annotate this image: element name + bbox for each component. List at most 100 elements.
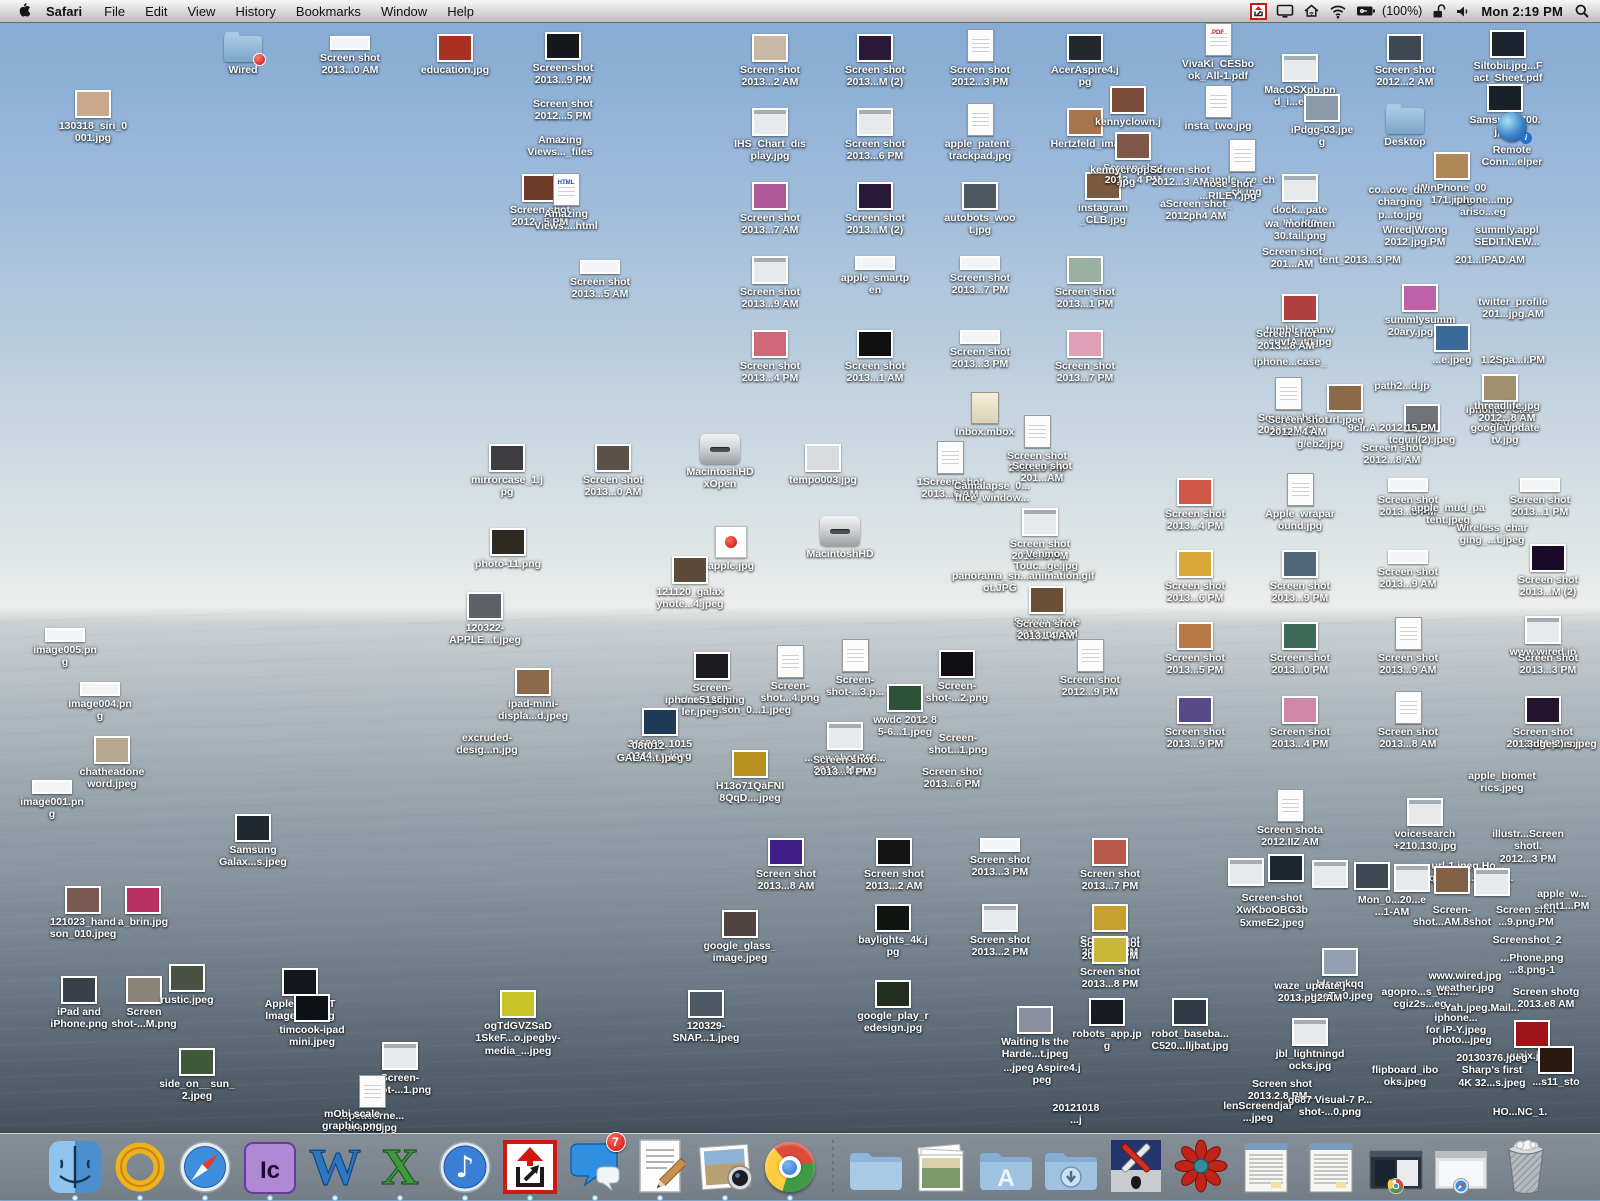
- minimized-document-1-dock-icon[interactable]: [1237, 1136, 1295, 1194]
- desktop-icon[interactable]: google_play_r edesign.jpg: [845, 978, 941, 1035]
- desktop-icon[interactable]: Camalapse_0... ffice_window...: [944, 478, 1040, 505]
- desktop-icon[interactable]: Screen shot 2013...1 PM: [1037, 254, 1133, 311]
- desktop-icon[interactable]: iphone...mp ariso...eg: [1435, 192, 1531, 219]
- textedit-dock-icon[interactable]: [631, 1136, 689, 1194]
- minimized-document-2-dock-icon[interactable]: [1302, 1136, 1360, 1194]
- lock-open-icon[interactable]: [1431, 3, 1446, 19]
- desktop-icon[interactable]: 121120_galax ynote...4.jpeg: [642, 554, 738, 611]
- desktop-icon[interactable]: voicesearch +210.130.jpg: [1377, 796, 1473, 853]
- desktop-icon[interactable]: Screen-shot 2013...9 PM: [515, 30, 611, 87]
- desktop-icon[interactable]: 08t012- GALA...t.jpeg: [602, 738, 698, 765]
- desktop-icon[interactable]: Screen-shot XwKboOBG3b 5xmeE2.jpeg: [1224, 890, 1320, 929]
- menu-window[interactable]: Window: [371, 4, 437, 19]
- desktop-icon[interactable]: Screen shot 2013...5 AM: [552, 258, 648, 301]
- desktop-icon[interactable]: image001.pn g: [4, 778, 100, 821]
- menu-edit[interactable]: Edit: [135, 4, 177, 19]
- desktop-icon[interactable]: Screen shot 2013...6 PM: [1147, 548, 1243, 605]
- utilities-tools-dock-icon[interactable]: [1107, 1136, 1165, 1194]
- desktop-icon[interactable]: Screen shot 2013...7 PM: [932, 254, 1028, 297]
- desktop-icon[interactable]: timcook-ipad mini.jpeg: [264, 992, 360, 1049]
- desktop-icon[interactable]: AcerAspire4.j pg: [1037, 32, 1133, 89]
- desktop-icon[interactable]: waze_update.j 2013.pg2.AM: [1262, 978, 1358, 1005]
- desktop-icon[interactable]: MacintoshHD xOpen: [672, 434, 768, 491]
- desktop-icon[interactable]: tempo003.jpg: [775, 442, 871, 486]
- safari-dock-icon[interactable]: [176, 1136, 234, 1194]
- desktop-icon[interactable]: Screen shota 2012.IIZ AM: [1242, 792, 1338, 849]
- desktop-icon[interactable]: Screen- shot...1.png: [910, 730, 1006, 757]
- desktop-icon[interactable]: wa_monumen 30.tail.png: [1252, 216, 1348, 243]
- desktop-icon[interactable]: Screen shot 2013...8 AM: [1360, 694, 1456, 751]
- desktop-icon[interactable]: Screen shot 2013...3 PM: [1500, 650, 1596, 677]
- desktop-icon[interactable]: photo-11.png: [460, 526, 556, 570]
- displays-menu-icon[interactable]: [1276, 3, 1294, 19]
- desktop-icon[interactable]: HTMLAmazing Views....html: [518, 176, 614, 233]
- desktop-icon[interactable]: robot_baseba... C520...lljbat.jpg: [1142, 996, 1238, 1053]
- desktop-icon[interactable]: Screen shot 2013...2 AM: [722, 32, 818, 89]
- desktop-icon[interactable]: Screen shot 2013...6 PM: [904, 764, 1000, 791]
- desktop-icon[interactable]: Screen shot 2013...9 AM: [1360, 548, 1456, 591]
- opera-dock-icon[interactable]: [111, 1136, 169, 1194]
- desktop-icon[interactable]: iphone...case_: [1242, 354, 1338, 368]
- documents-folder-dock-icon[interactable]: [847, 1136, 905, 1194]
- desktop-icon[interactable]: Screen shot 2013...9 AM: [722, 254, 818, 311]
- desktop-icon[interactable]: 1.2Spa...i.PM: [1465, 352, 1561, 366]
- desktop-icon[interactable]: ...son_0...1.jpeg: [704, 702, 800, 716]
- desktop-icon[interactable]: Screen shot 2012...3 PM: [932, 32, 1028, 89]
- menu-bookmarks[interactable]: Bookmarks: [286, 4, 371, 19]
- desktop-icon[interactable]: Screen shot 2013...0 AM: [302, 34, 398, 77]
- red-flower-app-dock-icon[interactable]: [1172, 1136, 1230, 1194]
- desktop-icon[interactable]: image004.pn g: [52, 680, 148, 723]
- desktop-icon[interactable]: Screen shot 2013...0 AM: [565, 442, 661, 499]
- chrome-dock-icon[interactable]: [761, 1136, 819, 1194]
- desktop-icon[interactable]: apple_patent_ trackpad.jpg: [932, 106, 1028, 163]
- desktop-icon[interactable]: 9clr.A.2012.15 PM: [1344, 420, 1440, 434]
- desktop-icon[interactable]: excruded- desig...n.jpg: [439, 730, 535, 757]
- desktop-icon[interactable]: Screen shot 2013...4 PM: [1252, 694, 1348, 751]
- minimized-chrome-window-dock-icon[interactable]: [1367, 1136, 1425, 1194]
- desktop-icon[interactable]: Screen shot 2013...M (2): [827, 180, 923, 237]
- desktop-icon[interactable]: ipad-mini- displa...d.jpeg: [485, 666, 581, 723]
- desktop-icon[interactable]: a_brin.jpg: [95, 884, 191, 928]
- desktop-icon[interactable]: Screen shot 2013...8 PM: [1062, 934, 1158, 991]
- trash-full-dock-icon[interactable]: [1497, 1136, 1555, 1194]
- desktop-icon[interactable]: iPdgg-03.jpe g: [1274, 92, 1370, 149]
- desktop-icon[interactable]: Screen shot 2013...4 PM: [1147, 476, 1243, 533]
- desktop-icon[interactable]: education.jpg: [407, 32, 503, 76]
- desktop-icon[interactable]: Screen shot 2013...1 PM: [1492, 476, 1588, 519]
- desktop-icon[interactable]: apple_smartp en: [827, 254, 923, 297]
- desktop-icon[interactable]: robots_app.jp g: [1059, 996, 1155, 1053]
- desktop-icon[interactable]: Screen shot 2013...M (2): [827, 32, 923, 89]
- menu-help[interactable]: Help: [437, 4, 484, 19]
- word-dock-icon[interactable]: W: [306, 1136, 364, 1194]
- desktop-icon[interactable]: autobots_woo t.jpg: [932, 180, 1028, 237]
- apple-menu-icon[interactable]: [10, 1, 34, 21]
- volume-icon[interactable]: [1455, 4, 1470, 19]
- desktop-icon[interactable]: Screen shot 2012...4 AM: [1250, 412, 1346, 439]
- desktop-icon[interactable]: Screen shot 2012...9 PM: [1042, 642, 1138, 699]
- desktop-icon[interactable]: Screen shot 2013...3 PM: [932, 328, 1028, 371]
- excel-dock-icon[interactable]: X: [371, 1136, 429, 1194]
- desktop-icon[interactable]: tent_2013...3 PM: [1312, 252, 1408, 266]
- desktop-icon[interactable]: Screenshot_2: [1479, 932, 1575, 946]
- desktop-icon[interactable]: 3dges...s.jpeg: [1514, 736, 1600, 750]
- desktop-icon[interactable]: 201...IPAD.AM: [1442, 252, 1538, 266]
- desktop-icon[interactable]: Screen shot 2013...M (2): [1500, 542, 1596, 599]
- desktop-icon[interactable]: aScreen shot_ 2012ph4 AM: [1148, 196, 1244, 223]
- desktop-icon[interactable]: Screen shot 2013...6 PM: [827, 106, 923, 163]
- desktop-icon[interactable]: Screen shotg 2013.e8 AM: [1498, 984, 1594, 1011]
- minimized-safari-window-dock-icon[interactable]: [1432, 1136, 1490, 1194]
- desktop-icon[interactable]: Screen shot 2013...2 AM: [846, 836, 942, 893]
- desktop-icon[interactable]: co...ove_di... charging p...to.jpg: [1352, 182, 1448, 221]
- desktop-icon[interactable]: Screen shot 2013...7 PM: [1037, 328, 1133, 385]
- desktop-icon[interactable]: ...jpeg Aspire4.j peg: [994, 1060, 1090, 1087]
- desktop-icon[interactable]: Siltobii.jpg...F act_Sheet.pdf: [1460, 28, 1556, 85]
- messages-dock-icon[interactable]: 7: [566, 1136, 624, 1194]
- desktop-icon[interactable]: 130318_siri_0 001.jpg: [45, 88, 141, 145]
- desktop-icon[interactable]: ogTdGVZSaD 1SkeF...o.jpegby- media_...jp…: [470, 988, 566, 1057]
- battery-icon[interactable]: [1356, 5, 1376, 17]
- desktop-icon[interactable]: ...s11_sto: [1508, 1044, 1600, 1088]
- iphoto-dock-icon[interactable]: [696, 1136, 754, 1194]
- desktop-icon[interactable]: Screen shot 2013...4 PM: [722, 328, 818, 385]
- desktop-icon[interactable]: Desktop: [1357, 104, 1453, 148]
- desktop-icon[interactable]: insta_two.jpg: [1170, 88, 1266, 132]
